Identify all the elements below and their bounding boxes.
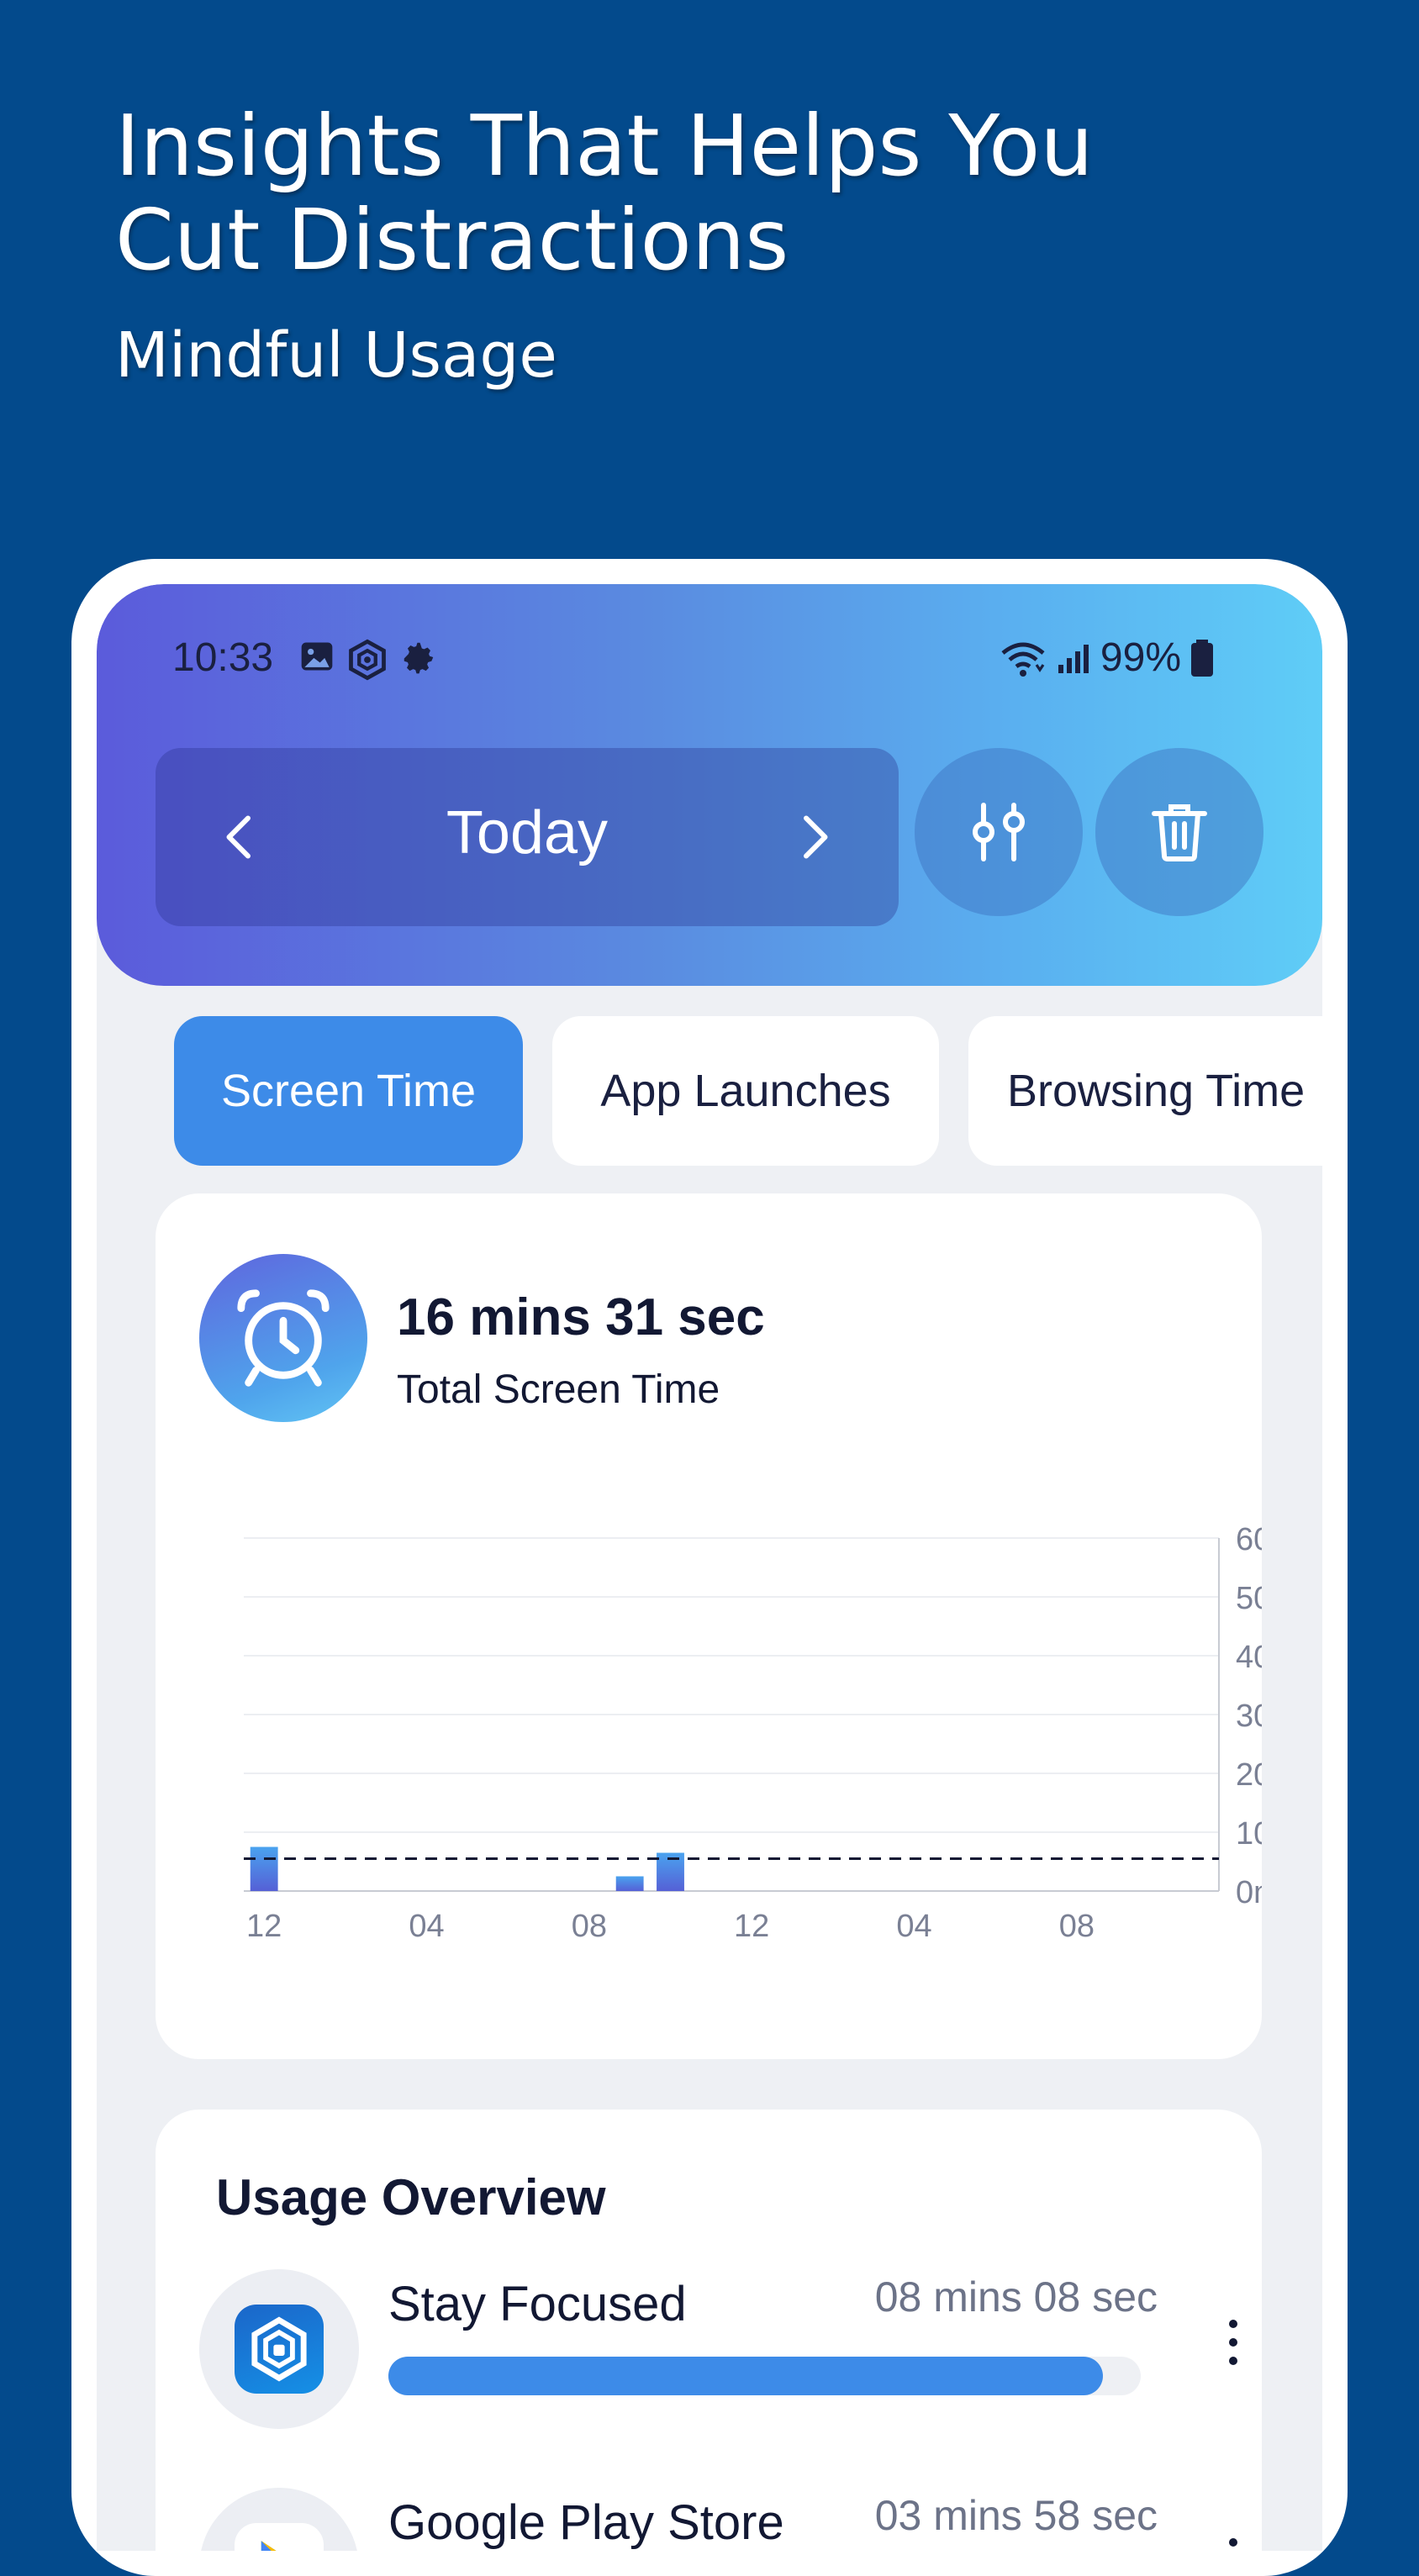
x-tick-label: 04 <box>896 1909 931 1944</box>
x-tick-label: 12 <box>734 1909 769 1944</box>
status-time: 10:33 <box>172 635 274 680</box>
status-icons-left <box>298 638 438 682</box>
x-tick-label: 08 <box>1059 1909 1095 1944</box>
wifi-icon <box>1001 642 1045 677</box>
image-icon <box>301 642 333 671</box>
sliders-icon <box>973 803 1025 861</box>
day-label: Today <box>446 799 609 867</box>
chevron-right-icon[interactable] <box>789 812 840 862</box>
app-shield-icon <box>349 639 386 681</box>
status-bar: 10:33 99% <box>172 635 1215 685</box>
clock-badge <box>199 1254 367 1422</box>
tab-app-launches[interactable]: App Launches <box>552 1016 939 1166</box>
y-tick-label: 40m <box>1236 1640 1262 1675</box>
trash-icon <box>1152 804 1207 861</box>
app-icon-container <box>199 2488 359 2551</box>
tab-screen-time[interactable]: Screen Time <box>174 1016 523 1166</box>
filter-button[interactable] <box>915 748 1083 916</box>
total-screen-time-label: Total Screen Time <box>397 1367 720 1412</box>
chart-bar <box>615 1876 644 1891</box>
y-tick-label: 20m <box>1236 1757 1262 1793</box>
chart-grid <box>244 1537 1220 1892</box>
app-usage-row[interactable]: Google Play Store 03 mins 58 sec <box>199 2488 1250 2551</box>
app-usage-row[interactable]: Stay Focused 08 mins 08 sec <box>199 2269 1250 2429</box>
screen-time-card: 16 mins 31 sec Total Screen Time 0m 10m 20… <box>156 1193 1262 2059</box>
x-tick-label: 08 <box>572 1909 607 1944</box>
more-options-icon[interactable] <box>1216 2320 1250 2387</box>
chart-bars <box>244 1846 1219 1891</box>
total-screen-time-value: 16 mins 31 sec <box>397 1288 765 1346</box>
app-icon-container <box>199 2269 359 2429</box>
app-usage-time: 08 mins 08 sec <box>874 2273 1158 2321</box>
usage-overview-title: Usage Overview <box>216 2169 606 2226</box>
usage-bar-fill <box>388 2357 1104 2395</box>
signal-icon <box>1058 644 1089 673</box>
battery-percent: 99% <box>1100 635 1181 680</box>
y-tick-label: 50m <box>1236 1581 1262 1616</box>
delete-button[interactable] <box>1095 748 1263 916</box>
hourly-usage-chart: 0m 10m 20m 30m 40m 50m 60m 12 04 08 12 04 08 <box>244 1522 1262 1944</box>
y-tick-label: 30m <box>1236 1699 1262 1734</box>
app-header: 10:33 99% Today <box>97 584 1322 986</box>
gear-icon <box>404 642 434 674</box>
metric-tabs: Screen Time App Launches Browsing Time <box>174 1016 1322 1166</box>
day-navigator: Today <box>156 748 899 926</box>
promo-subheadline: Mindful Usage <box>115 319 557 392</box>
chart-y-axis-labels: 0m 10m 20m 30m 40m 50m 60m <box>1236 1522 1262 1910</box>
more-options-icon[interactable] <box>1216 2538 1250 2551</box>
chart-bar <box>250 1846 278 1891</box>
play-store-icon <box>235 2523 324 2551</box>
x-tick-label: 12 <box>246 1909 282 1944</box>
promo-headline: Insights That Helps You Cut Distractions <box>115 97 1094 289</box>
app-screen: 10:33 99% Today Screen Time App Launches… <box>97 584 1322 2551</box>
stay-focused-app-icon <box>235 2305 324 2394</box>
app-name: Google Play Store <box>388 2495 784 2550</box>
y-tick-label: 10m <box>1236 1816 1262 1852</box>
y-tick-label: 60m <box>1236 1522 1262 1557</box>
app-usage-time: 03 mins 58 sec <box>874 2492 1158 2539</box>
usage-overview-card: Usage Overview Stay Focused 08 mins 08 s… <box>156 2110 1262 2551</box>
x-tick-label: 04 <box>409 1909 444 1944</box>
alarm-clock-icon <box>237 1289 330 1387</box>
battery-icon <box>1191 639 1213 677</box>
status-icons-right: 99% <box>1000 635 1215 681</box>
y-tick-label: 0m <box>1236 1875 1262 1910</box>
tab-browsing-time[interactable]: Browsing Time <box>968 1016 1322 1166</box>
app-name: Stay Focused <box>388 2277 687 2331</box>
chart-x-axis-labels: 12 04 08 12 04 08 <box>246 1909 1095 1944</box>
usage-bar-track <box>388 2357 1141 2395</box>
